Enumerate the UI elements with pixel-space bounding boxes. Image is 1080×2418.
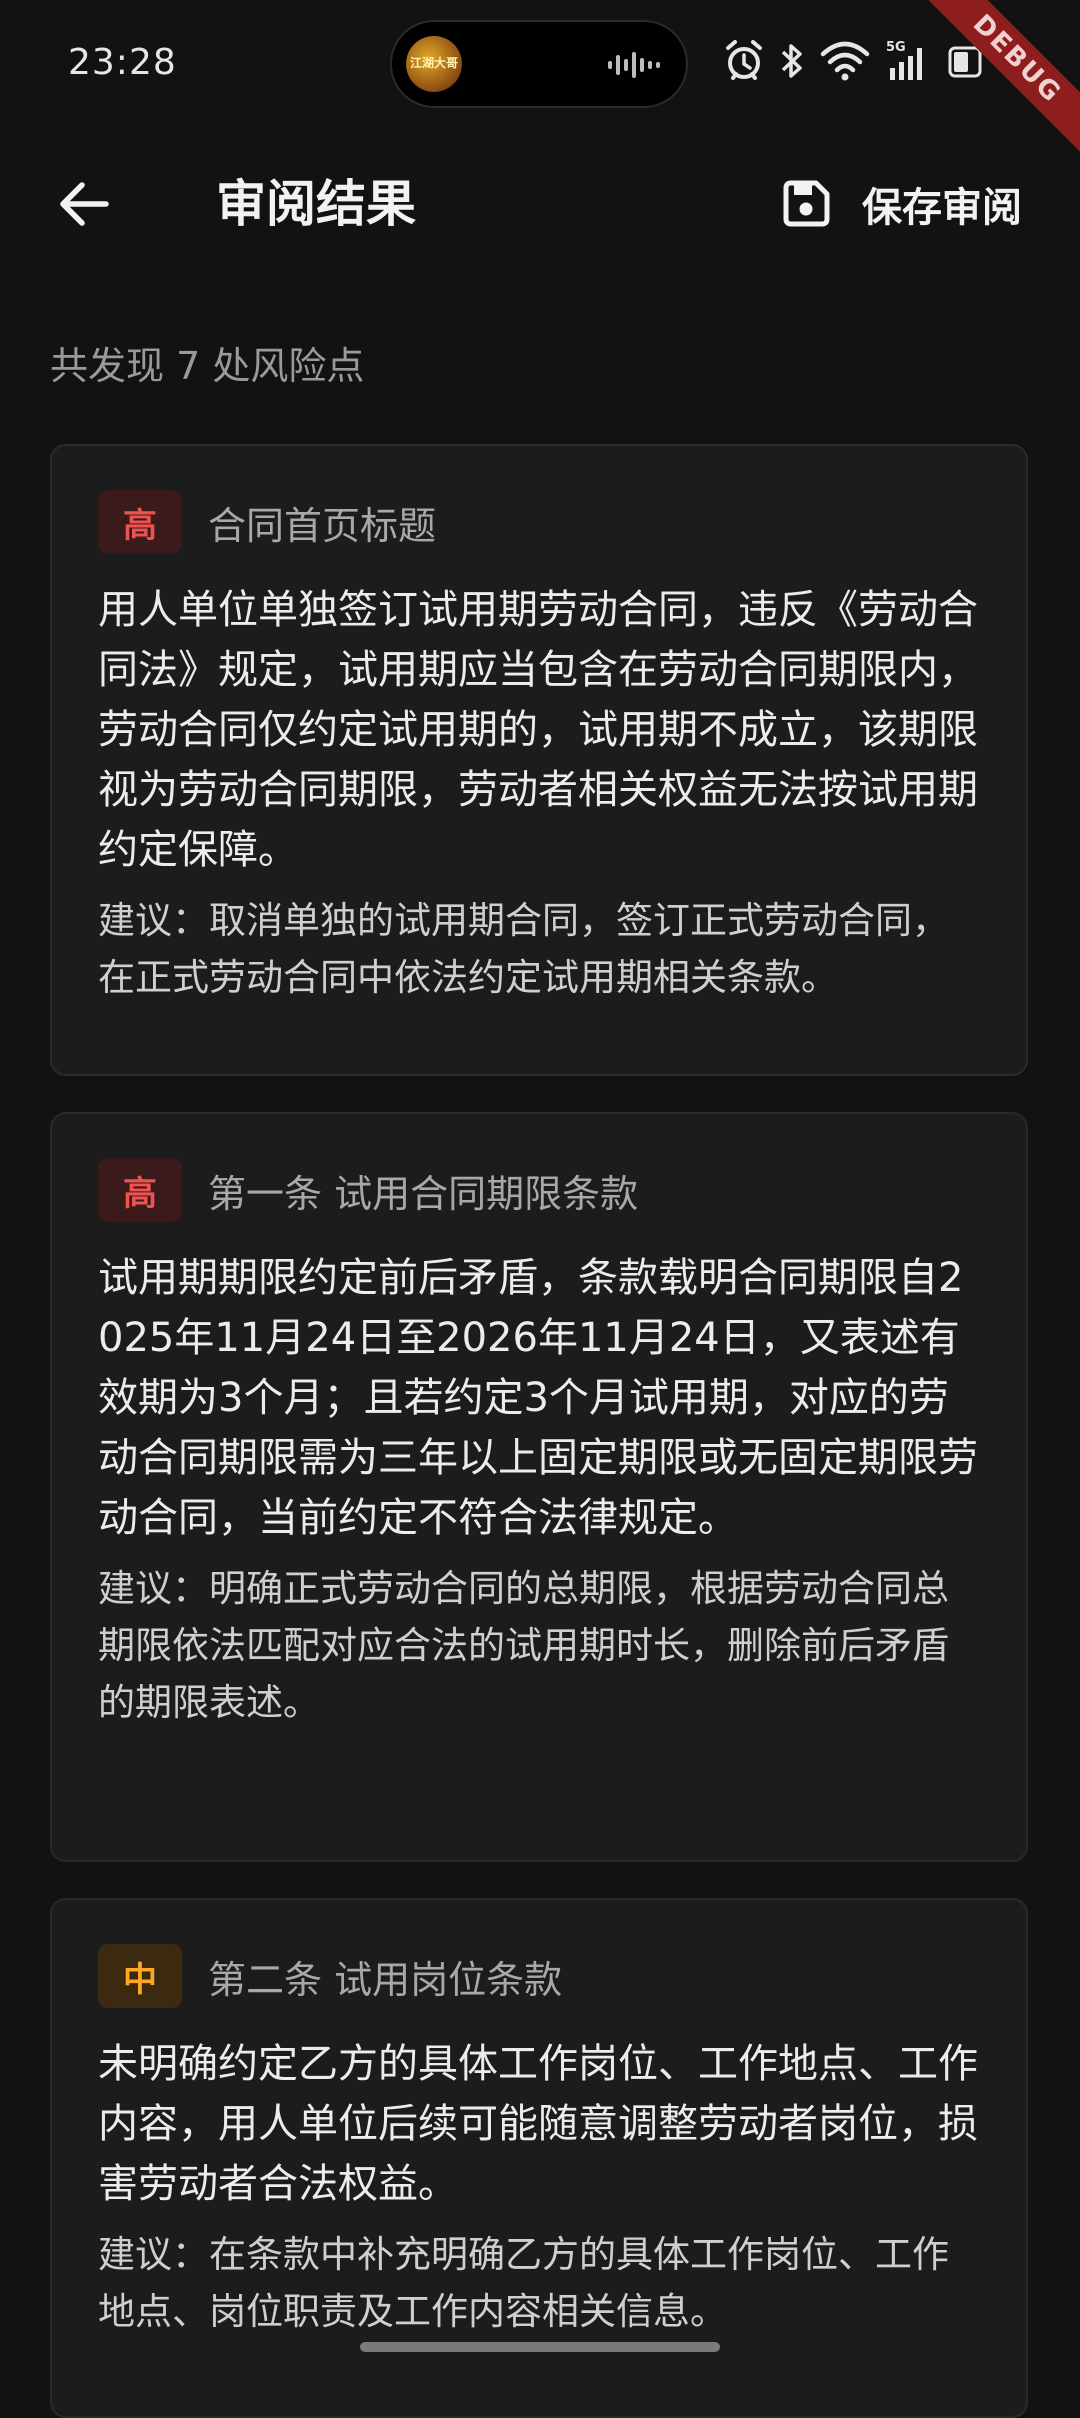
- wifi-icon: [820, 41, 870, 81]
- audio-wave-icon: [608, 52, 660, 78]
- risk-description: 试用期期限约定前后矛盾，条款载明合同期限自2025年11月24日至2026年11…: [98, 1255, 978, 1541]
- network-type-label: 5G: [886, 40, 906, 55]
- risk-level-badge: 中: [98, 1944, 182, 2008]
- status-icons: 5G: [724, 38, 1004, 84]
- risk-suggestion: 建议：在条款中补充明确乙方的具体工作岗位、工作地点、岗位职责及工作内容相关信息。: [98, 2233, 949, 2333]
- app-bar: 审阅结果 保存审阅: [0, 150, 1080, 260]
- alarm-icon: [726, 40, 762, 80]
- risk-suggestion: 建议：取消单独的试用期合同，签订正式劳动合同，在正式劳动合同中依法约定试用期相关…: [98, 899, 949, 999]
- save-review-button[interactable]: 保存审阅: [780, 172, 1022, 236]
- risk-card-header: 中 第二条 试用岗位条款: [98, 1944, 980, 2008]
- risk-description: 用人单位单独签订试用期劳动合同，违反《劳动合同法》规定，试用期应当包含在劳动合同…: [98, 587, 978, 873]
- risk-clause-title: 合同首页标题: [208, 503, 437, 548]
- risk-card-header: 高 第一条 试用合同期限条款: [98, 1158, 980, 1222]
- save-review-label: 保存审阅: [862, 185, 1022, 231]
- home-indicator[interactable]: [360, 2342, 720, 2352]
- dynamic-island[interactable]: 江湖大哥: [392, 22, 686, 106]
- risk-suggestion: 建议：明确正式劳动合同的总期限，根据劳动合同总期限依法匹配对应合法的试用期时长，…: [98, 1567, 949, 1724]
- risk-card[interactable]: 高 合同首页标题 用人单位单独签订试用期劳动合同，违反《劳动合同法》规定，试用期…: [50, 444, 1028, 1076]
- status-bar: 23:28 江湖大哥 5G DEBUG: [0, 0, 1080, 163]
- page-title: 审阅结果: [216, 175, 416, 233]
- back-button[interactable]: [52, 172, 116, 236]
- save-icon: [783, 180, 830, 227]
- risk-description: 未明确约定乙方的具体工作岗位、工作地点、工作内容，用人单位后续可能随意调整劳动者…: [98, 2041, 978, 2207]
- risk-card[interactable]: 中 第二条 试用岗位条款 未明确约定乙方的具体工作岗位、工作地点、工作内容，用人…: [50, 1898, 1028, 2418]
- risk-clause-title: 第一条 试用合同期限条款: [208, 1171, 639, 1216]
- risk-clause-title: 第二条 试用岗位条款: [208, 1957, 563, 2002]
- avatar-text: 江湖大哥: [409, 56, 458, 70]
- music-cover-avatar: 江湖大哥: [406, 36, 462, 92]
- risk-level-badge: 高: [98, 490, 182, 554]
- status-time: 23:28: [68, 42, 177, 83]
- bluetooth-icon: [781, 44, 802, 78]
- arrow-back-icon: [60, 182, 109, 226]
- risk-summary: 共发现 7 处风险点: [50, 344, 365, 388]
- risk-card-header: 高 合同首页标题: [98, 490, 980, 554]
- cellular-signal-icon: 5G: [886, 40, 922, 80]
- risk-card[interactable]: 高 第一条 试用合同期限条款 试用期期限约定前后矛盾，条款载明合同期限自2025…: [50, 1112, 1028, 1862]
- risk-level-badge: 高: [98, 1158, 182, 1222]
